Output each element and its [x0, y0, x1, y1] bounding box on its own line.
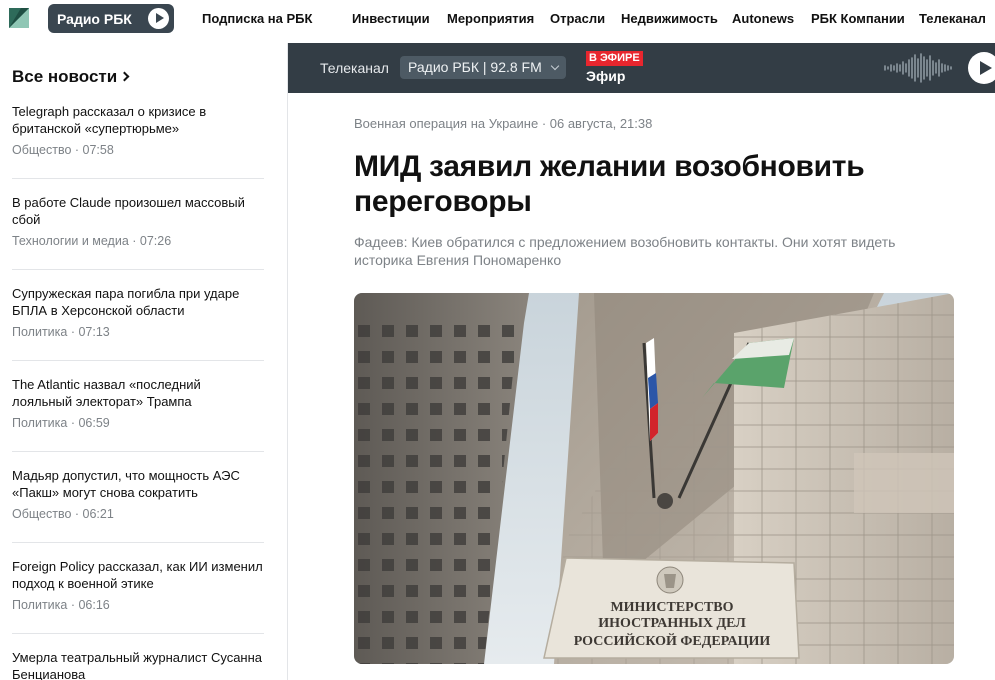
now-playing-label: Эфир [586, 68, 626, 84]
mfa-building-image: МИНИСТЕРСТВО ИНОСТРАННЫХ ДЕЛ РОССИЙСКОЙ … [354, 293, 954, 664]
top-navigation: Радио РБК Подписка на РБК Инвестиции Мероп… [0, 0, 995, 38]
plaque-line-1: МИНИСТЕРСТВО [610, 600, 733, 615]
chevron-right-icon [119, 71, 130, 82]
news-title: Foreign Policy рассказал, как ИИ изменил… [12, 559, 263, 591]
list-item[interactable]: The Atlantic назвал «последний лояльный … [12, 376, 264, 430]
player-play-button[interactable] [968, 52, 995, 84]
news-title: Мадьяр допустил, что мощность АЭС «Пакш»… [12, 468, 240, 500]
article-photo: МИНИСТЕРСТВО ИНОСТРАННЫХ ДЕЛ РОССИЙСКОЙ … [354, 293, 954, 664]
all-news-title: Все новости [12, 67, 118, 86]
article-lead: Фадеев: Киев обратился с предложением во… [354, 234, 896, 268]
plaque-line-2: ИНОСТРАННЫХ ДЕЛ [598, 616, 746, 631]
list-item[interactable]: Умерла театральный журналист Сусанна Бен… [12, 649, 264, 680]
nav-link-2[interactable]: Мероприятия [447, 11, 534, 26]
live-badge: В ЭФИРЕ [586, 51, 643, 66]
news-divider [12, 633, 264, 634]
news-divider [12, 360, 264, 361]
news-title: Telegraph рассказал о кризисе в британск… [12, 104, 207, 136]
radio-player-bar: Телеканал Радио РБК | 92.8 FM В ЭФИРЕ Эф… [288, 43, 995, 93]
nav-link-1[interactable]: Инвестиции [352, 11, 430, 26]
news-divider [12, 178, 264, 179]
chevron-down-icon [550, 61, 560, 71]
article-breadcrumb[interactable]: Военная операция на Украине · 06 августа… [354, 116, 652, 131]
news-meta: Технологии и медиа · 07:26 [12, 234, 172, 248]
news-meta: Политика · 06:59 [12, 416, 110, 430]
news-divider [12, 451, 264, 452]
news-divider [12, 542, 264, 543]
nav-link-5[interactable]: Autonews [732, 11, 794, 26]
nav-link-6[interactable]: РБК Компании [811, 11, 905, 26]
news-feed-sidebar: Все новости Telegraph рассказал о кризис… [0, 43, 288, 680]
rbc-logo-icon[interactable] [9, 8, 29, 28]
tv-channel-link[interactable]: Телеканал [320, 60, 389, 76]
all-news-link[interactable]: Все новости [12, 67, 130, 87]
nav-link-3[interactable]: Отрасли [550, 11, 605, 26]
station-select-value: Радио РБК | 92.8 FM [408, 59, 542, 75]
list-item[interactable]: Мадьяр допустил, что мощность АЭС «Пакш»… [12, 467, 264, 521]
sound-wave-icon [884, 53, 952, 83]
news-meta: Общество · 07:58 [12, 143, 114, 157]
news-meta: Политика · 07:13 [12, 325, 110, 339]
nav-link-0[interactable]: Подписка на РБК [202, 11, 312, 26]
article-headline: МИД заявил желании возобновить переговор… [354, 150, 865, 218]
news-divider [12, 269, 264, 270]
nav-link-4[interactable]: Недвижимость [621, 11, 718, 26]
list-item[interactable]: В работе Claude произошел массовый сбой Т… [12, 194, 264, 248]
news-title: В работе Claude произошел массовый сбой [12, 195, 245, 227]
news-meta: Общество · 06:21 [12, 507, 114, 521]
list-item[interactable]: Foreign Policy рассказал, как ИИ изменил… [12, 558, 264, 612]
plaque-line-3: РОССИЙСКОЙ ФЕДЕРАЦИИ [574, 632, 771, 649]
radio-rbc-label: Радио РБК [57, 10, 132, 27]
news-title: Умерла театральный журналист Сусанна Бен… [12, 650, 263, 680]
nav-link-7[interactable]: Телеканал [919, 11, 986, 26]
news-title: Супружеская пара погибла при ударе БПЛА … [12, 286, 240, 318]
news-meta: Политика · 06:16 [12, 598, 110, 612]
list-item[interactable]: Супружеская пара погибла при ударе БПЛА … [12, 285, 264, 339]
list-item[interactable]: Telegraph рассказал о кризисе в британск… [12, 103, 264, 157]
radio-rbc-button[interactable]: Радио РБК [48, 4, 174, 33]
news-title: The Atlantic назвал «последний лояльный … [12, 377, 201, 409]
station-select[interactable]: Радио РБК | 92.8 FM [400, 56, 566, 79]
play-icon[interactable] [148, 8, 169, 29]
